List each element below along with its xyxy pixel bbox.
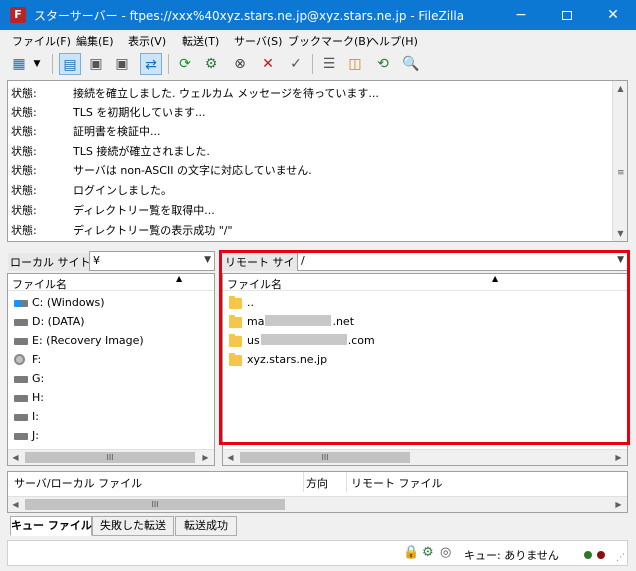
local-file-list[interactable]: ファイル名 ▲ C: (Windows) D: (DATA) E: (Recov… [7,273,215,466]
minimize-button[interactable]: − [498,0,544,30]
queue-column-direction[interactable]: 方向 [306,475,328,491]
local-path-combo[interactable]: ¥ ▼ [89,251,215,271]
search-icon[interactable]: 🔍 [400,53,422,75]
folder-icon [229,315,242,328]
redacted-text [265,315,332,326]
speed-limit-icon[interactable]: ◎ [440,546,451,560]
maximize-button[interactable] [544,0,590,30]
local-site-label: ローカル サイト: [8,253,97,271]
toolbar-separator [52,54,53,74]
menu-server[interactable]: サーバ(S) [234,33,282,49]
chevron-down-icon[interactable]: ▼ [204,255,211,265]
toggle-local-tree-icon[interactable]: ▣ [85,53,107,75]
refresh-icon[interactable]: ⟳ [174,53,196,75]
sync-browse-icon[interactable]: ⟲ [372,53,394,75]
transfer-led-icon [597,551,605,559]
message-log[interactable]: 状態: 接続を確立しました. ウェルカム メッセージを待っています... 状態: T… [7,80,628,242]
settings-gear-icon[interactable]: ⚙ [422,546,434,560]
chevron-down-icon[interactable]: ▼ [617,255,624,265]
site-manager-icon[interactable]: ▦ [8,53,30,75]
toolbar-separator [168,54,169,74]
filter-icon[interactable]: ☰ [318,53,340,75]
transfer-queue[interactable]: サーバ/ローカル ファイル 方向 リモート ファイル ◀ III ▶ [7,471,628,513]
scroll-right-icon[interactable]: ▶ [611,497,626,512]
scroll-thumb[interactable]: III [25,499,285,510]
queue-column-remote[interactable]: リモート ファイル [351,475,443,491]
remote-site-bar: リモート サイト: / ▼ [222,251,628,273]
scroll-thumb[interactable]: III [25,452,195,463]
folder-icon [229,296,242,309]
scroll-grip-icon[interactable]: ≡ [617,168,625,178]
menu-transfer[interactable]: 転送(T) [182,33,219,49]
site-manager-dropdown-icon[interactable]: ▼ [30,53,44,75]
hard-drive-icon [14,319,28,326]
scroll-right-icon[interactable]: ▶ [611,450,626,465]
resize-grip-icon[interactable]: ⋰ [616,553,625,563]
scroll-left-icon[interactable]: ◀ [223,450,238,465]
process-queue-icon[interactable]: ⚙ [200,53,222,75]
transfer-led-icon [584,551,592,559]
optical-drive-icon [14,354,25,365]
toggle-log-icon[interactable]: ▤ [59,53,81,75]
remote-path-combo[interactable]: / ▼ [297,251,628,271]
log-scrollbar[interactable]: ▲ ≡ ▼ [612,81,627,241]
window-title: スターサーバー - ftpes://xxx%40xyz.stars.ne.jp@… [34,9,465,23]
menu-bookmarks[interactable]: ブックマーク(B) [288,33,370,49]
status-bar: 🔒 ⚙ ◎ キュー: ありません ⋰ [7,540,628,566]
disconnect-icon[interactable]: ✕ [257,53,279,75]
menu-file[interactable]: ファイル(F) [12,33,71,49]
toggle-remote-tree-icon[interactable]: ▣ [111,53,133,75]
scroll-down-icon[interactable]: ▼ [613,226,628,241]
toolbar-separator [312,54,313,74]
maximize-icon [562,10,572,20]
scroll-up-icon[interactable]: ▲ [613,81,628,96]
tab-successful-transfers[interactable]: 転送成功 [175,516,237,536]
local-site-bar: ローカル サイト: ¥ ▼ [7,251,215,273]
cancel-icon[interactable]: ⊗ [229,53,251,75]
local-column-header[interactable]: ファイル名 ▲ [8,274,214,291]
local-hscrollbar[interactable]: ◀ III ▶ [8,449,214,465]
menu-edit[interactable]: 編集(E) [76,33,114,49]
tab-queued-files[interactable]: キュー ファイル [10,516,92,536]
menu-bar: ファイル(F) 編集(E) 表示(V) 転送(T) サーバ(S) ブックマーク(… [0,30,636,50]
remote-file-list[interactable]: ファイル名 ▲ .. ma .net us .com xyz.stars.ne.jp… [222,273,628,466]
queue-column-server-local[interactable]: サーバ/ローカル ファイル [14,475,142,491]
sort-ascending-icon: ▲ [176,274,183,283]
queue-status: キュー: ありません [464,549,559,562]
close-button[interactable]: ✕ [590,0,636,30]
hard-drive-icon [14,376,28,383]
scroll-left-icon[interactable]: ◀ [8,497,23,512]
column-divider [346,472,347,492]
filezilla-icon: F [10,7,26,23]
title-bar: F スターサーバー - ftpes://xxx%40xyz.stars.ne.j… [0,0,636,30]
column-divider [303,472,304,492]
hard-drive-icon [14,395,28,402]
hard-drive-icon [14,433,28,440]
menu-help[interactable]: ヘルプ(H) [368,33,418,49]
remote-column-filename[interactable]: ファイル名 [227,276,282,292]
menu-view[interactable]: 表示(V) [128,33,166,49]
windows-drive-icon [14,300,28,307]
remote-hscrollbar[interactable]: ◀ III ▶ [223,449,627,465]
scroll-right-icon[interactable]: ▶ [198,450,213,465]
hard-drive-icon [14,414,28,421]
folder-icon [229,353,242,366]
scroll-left-icon[interactable]: ◀ [8,450,23,465]
toggle-queue-icon[interactable]: ⇄ [140,53,162,75]
toolbar: ▦ ▼ ▤ ▣ ▣ ⇄ ⟳ ⚙ ⊗ ✕ ✓ ☰ ◫ ⟲ 🔍 [0,50,636,78]
tab-failed-transfers[interactable]: 失敗した転送 [92,516,174,536]
remote-column-header[interactable]: ファイル名 ▲ [223,274,627,291]
reconnect-icon[interactable]: ✓ [285,53,307,75]
queue-hscrollbar[interactable]: ◀ III ▶ [8,496,627,512]
local-column-filename[interactable]: ファイル名 [12,276,67,292]
redacted-text [260,334,347,345]
sort-ascending-icon: ▲ [492,274,499,283]
lock-icon[interactable]: 🔒 [403,546,419,560]
folder-icon [229,334,242,347]
scroll-thumb[interactable]: III [240,452,410,463]
hard-drive-icon [14,338,28,345]
compare-icon[interactable]: ◫ [344,53,366,75]
remote-path-value: / [301,254,305,267]
local-path-value: ¥ [93,254,100,267]
